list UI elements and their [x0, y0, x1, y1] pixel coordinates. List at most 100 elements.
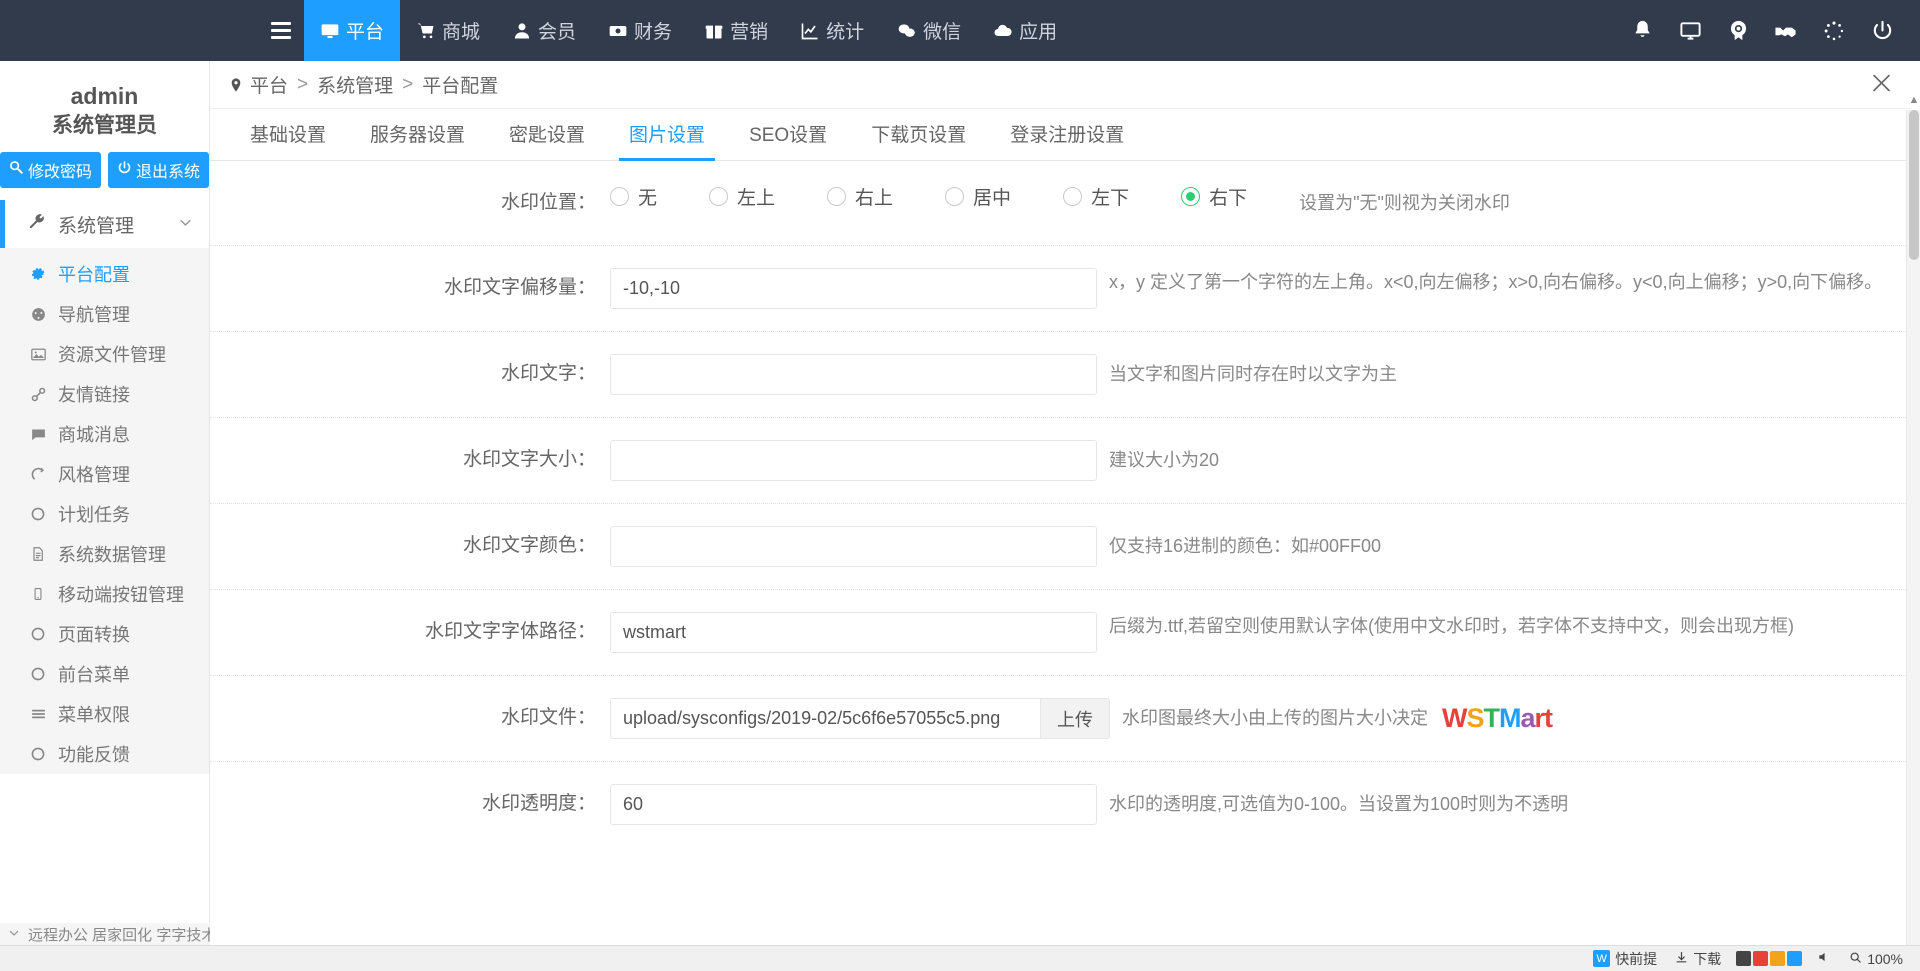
sidebar-item-resource-file-management[interactable]: 资源文件管理: [0, 334, 209, 374]
sidebar-item-page-conversion[interactable]: 页面转换: [0, 614, 209, 654]
radio-position-top-right[interactable]: 右上: [827, 183, 893, 210]
watermark-text-input[interactable]: [610, 354, 1097, 395]
text-color-control: 仅支持16进制的颜色：如#00FF00: [610, 526, 1910, 567]
sidebar-item-platform-config[interactable]: 平台配置: [0, 254, 209, 294]
nav-item-mall[interactable]: 商城: [400, 0, 496, 61]
font-path-control: 后缀为.ttf,若留空则使用默认字体(使用中文水印时，若字体不支持中文，则会出现…: [610, 612, 1910, 653]
sidebar-item-navigation-management[interactable]: 导航管理: [0, 294, 209, 334]
tab-download-page-settings[interactable]: 下载页设置: [849, 120, 988, 160]
nav-item-platform[interactable]: 平台: [304, 0, 401, 61]
hamburger-icon[interactable]: [258, 0, 304, 61]
bell-icon[interactable]: [1618, 0, 1666, 61]
radio-label: 右下: [1209, 188, 1248, 209]
zoom-level-label: 100%: [1867, 950, 1903, 967]
taskbar-item-app[interactable]: W 快前提: [1584, 949, 1666, 969]
sidebar-item-mobile-button-management[interactable]: 移动端按钮管理: [0, 574, 209, 614]
nav-item-wechat[interactable]: 微信: [880, 0, 977, 61]
tab-seo-settings[interactable]: SEO设置: [727, 120, 849, 160]
text-offset-control: x，y 定义了第一个字符的左上角。x<0,向左偏移；x>0,向右偏移。y<0,向…: [610, 268, 1910, 309]
style-icon: [29, 466, 47, 483]
tab-key-settings[interactable]: 密匙设置: [487, 120, 607, 160]
nav-item-label: 商城: [442, 22, 481, 43]
link-icon: [29, 386, 47, 403]
radio-dot-icon: [1181, 187, 1201, 206]
tab-image-settings[interactable]: 图片设置: [607, 120, 727, 161]
scroll-up-arrow-icon[interactable]: ▲: [1907, 92, 1920, 108]
nav-item-apps[interactable]: 应用: [977, 0, 1073, 61]
radio-position-center[interactable]: 居中: [945, 183, 1011, 210]
user-block: admin 系统管理员 修改密码 退出系统: [0, 61, 209, 200]
tab-label: 下载页设置: [871, 125, 967, 146]
taskbar-zoom[interactable]: 100%: [1840, 951, 1912, 967]
radio-dot-icon: [945, 187, 965, 206]
text-offset-input[interactable]: [610, 268, 1097, 309]
font-path-input[interactable]: [610, 612, 1097, 653]
tab-label: 服务器设置: [370, 125, 466, 146]
sidebar-item-style-management[interactable]: 风格管理: [0, 454, 209, 494]
change-password-button[interactable]: 修改密码: [0, 152, 101, 189]
nav-item-marketing[interactable]: 营销: [688, 0, 784, 61]
sidebar-item-feature-feedback[interactable]: 功能反馈: [0, 734, 209, 774]
opacity-input[interactable]: [610, 784, 1097, 825]
sidebar-item-mall-messages[interactable]: 商城消息: [0, 414, 209, 454]
power-icon[interactable]: [1858, 0, 1906, 61]
sidebar-item-label: 资源文件管理: [58, 345, 166, 366]
text-color-input[interactable]: [610, 526, 1097, 567]
mobile-icon: [29, 586, 47, 602]
taskbar-item-download[interactable]: 下载: [1666, 949, 1730, 969]
blue-square-icon: W: [1593, 950, 1611, 967]
watermark-position-label: 水印位置：: [500, 192, 596, 213]
radio-position-none[interactable]: 无: [610, 183, 657, 210]
sidebar-item-frontend-menu[interactable]: 前台菜单: [0, 654, 209, 694]
breadcrumb-separator: >: [297, 73, 309, 95]
sidebar-item-label: 系统数据管理: [58, 545, 166, 566]
screen-icon[interactable]: [1666, 0, 1714, 61]
chip-icon: [1787, 951, 1803, 966]
upload-button[interactable]: 上传: [1040, 698, 1110, 739]
radio-label: 无: [638, 188, 658, 209]
broadcast-icon[interactable]: [1714, 0, 1762, 61]
taskbar-speaker[interactable]: [1808, 950, 1840, 967]
handshake-icon[interactable]: [1762, 0, 1810, 61]
radio-position-top-left[interactable]: 左上: [709, 183, 775, 210]
opacity-hint: 水印的透明度,可选值为0-100。当设置为100时则为不透明: [1109, 794, 1569, 814]
loading-spinner-icon[interactable]: [1810, 0, 1858, 61]
taskbar-color-chips[interactable]: [1730, 951, 1808, 966]
wechat-icon: [896, 21, 917, 41]
tab-login-register-settings[interactable]: 登录注册设置: [988, 120, 1146, 160]
sidebar-item-menu-permissions[interactable]: 菜单权限: [0, 694, 209, 734]
watermark-file-hint: 水印图最终大小由上传的图片大小决定: [1122, 708, 1428, 728]
nav-item-member[interactable]: 会员: [496, 0, 592, 61]
form-row-watermark-text: 水印文字： 当文字和图片同时存在时以文字为主: [210, 332, 1910, 418]
scrollbar-thumb[interactable]: [1909, 110, 1919, 260]
chevron-down-icon: [8, 926, 20, 943]
sidebar-bottom-text: 远程办公 居家回化 字字技术指南: [28, 926, 210, 944]
vertical-scrollbar[interactable]: ▲: [1906, 94, 1920, 971]
sidebar-item-label: 计划任务: [58, 505, 130, 526]
sidebar-item-scheduled-tasks[interactable]: 计划任务: [0, 494, 209, 534]
sidebar-item-system-data-management[interactable]: 系统数据管理: [0, 534, 209, 574]
breadcrumb-part-2[interactable]: 系统管理: [317, 71, 393, 98]
breadcrumb-part-1[interactable]: 平台: [250, 71, 288, 98]
radio-label: 左上: [737, 188, 776, 209]
sidebar-item-label: 导航管理: [58, 305, 130, 326]
sidebar-item-friendly-links[interactable]: 友情链接: [0, 374, 209, 414]
nav-item-statistics[interactable]: 统计: [784, 0, 880, 61]
watermark-file-input[interactable]: [610, 698, 1040, 739]
sidebar-group-system-management[interactable]: 系统管理: [0, 200, 209, 249]
monitor-icon: [320, 21, 340, 41]
tab-server-settings[interactable]: 服务器设置: [348, 120, 487, 160]
fullscreen-exit-icon[interactable]: [1871, 72, 1892, 97]
radio-label: 右上: [855, 188, 894, 209]
radio-position-bottom-right[interactable]: 右下: [1181, 183, 1247, 210]
app-root: 平台 商城 会员 财务 营销 统计 微信 应用 admin 系统管理员 修改密码…: [0, 0, 1920, 971]
chart-icon: [800, 21, 820, 41]
logout-button[interactable]: 退出系统: [108, 152, 209, 189]
nav-item-finance[interactable]: 财务: [592, 0, 688, 61]
tab-basic-settings[interactable]: 基础设置: [228, 120, 348, 160]
key-search-icon: [9, 160, 24, 180]
location-pin-icon: [228, 76, 244, 94]
radio-position-bottom-left[interactable]: 左下: [1063, 183, 1129, 210]
text-size-input[interactable]: [610, 440, 1097, 481]
navbar-left-spacer: [0, 0, 258, 61]
